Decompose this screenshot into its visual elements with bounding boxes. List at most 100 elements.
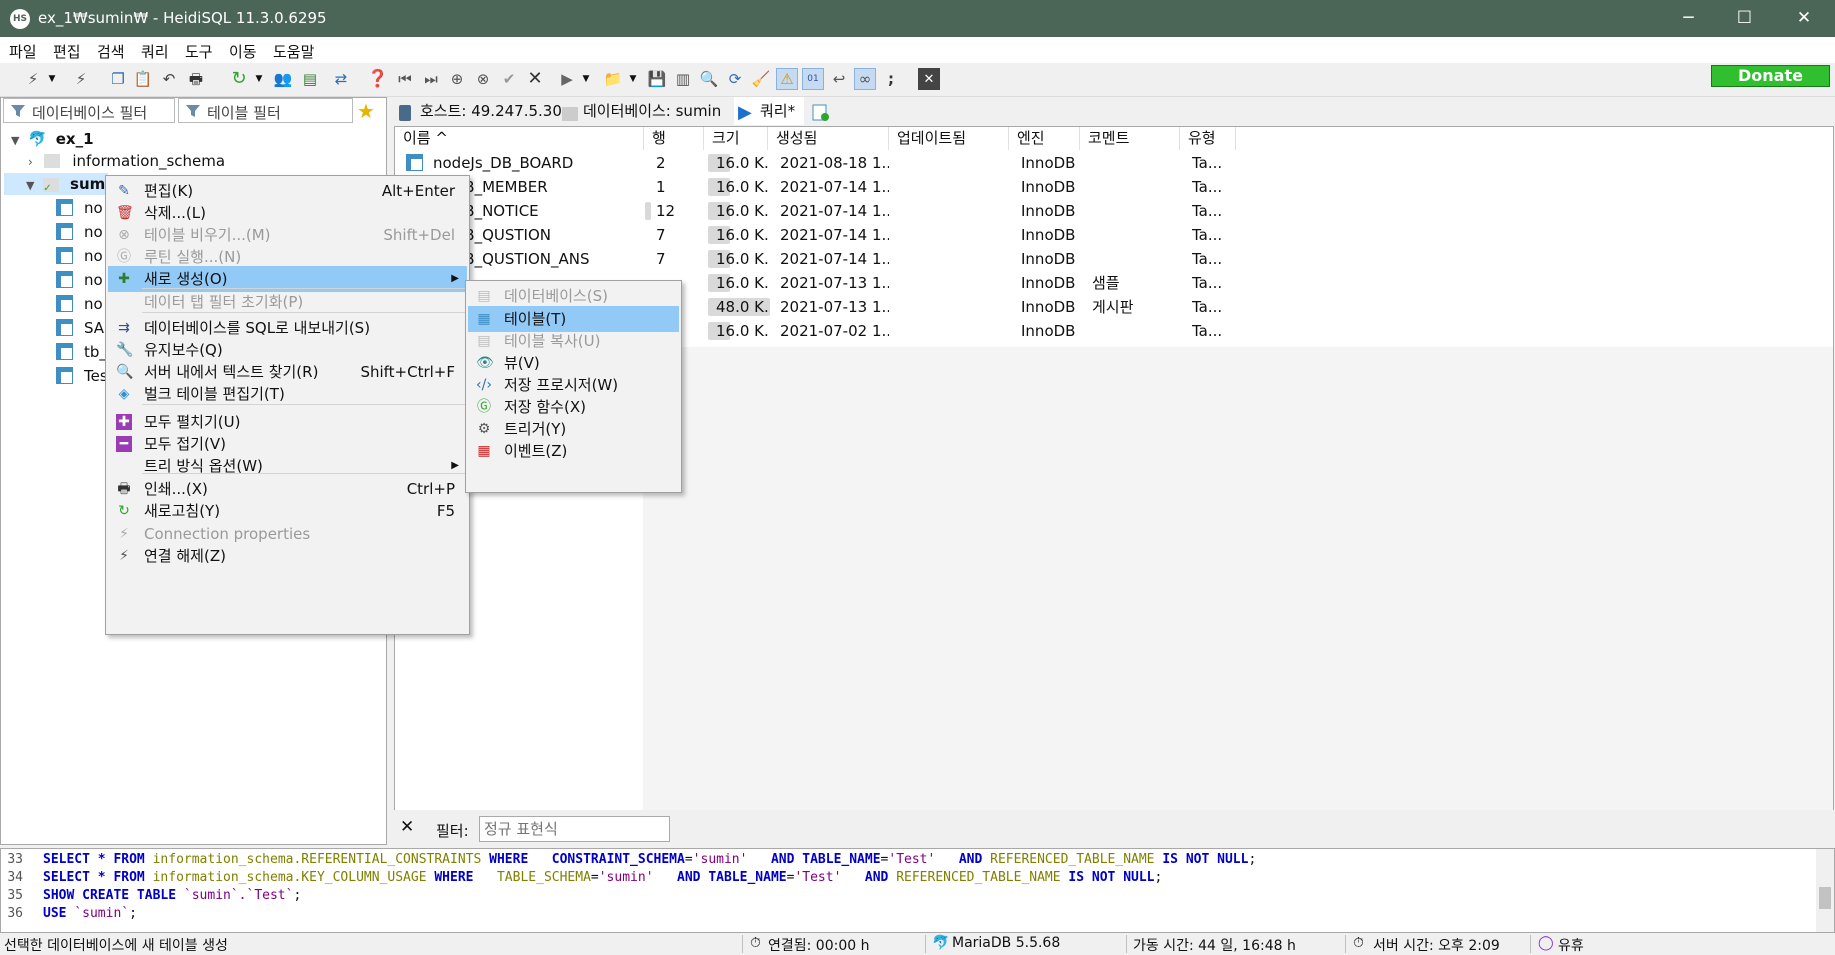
run-icon[interactable]: ▶ xyxy=(556,68,578,90)
grid-cell-comment[interactable]: 게시판 xyxy=(1092,295,1180,319)
grid-cell-engine[interactable]: InnoDB xyxy=(1021,271,1080,295)
grid-cell-engine[interactable]: InnoDB xyxy=(1021,295,1080,319)
grid-cell-engine[interactable]: InnoDB xyxy=(1021,151,1080,175)
paste-icon[interactable]: 📋 xyxy=(132,68,154,90)
tab-host[interactable]: 호스트: 49.247.5.30 xyxy=(394,97,562,125)
grid-cell-created[interactable]: 2021-07-14 1... xyxy=(780,175,889,199)
sub_menu-item[interactable]: ▦ 이벤트(Z) xyxy=(468,438,679,464)
grid-cell-comment[interactable] xyxy=(1092,199,1180,223)
replace-icon[interactable]: ⟳ xyxy=(724,68,746,90)
grid-cell-comment[interactable] xyxy=(1092,151,1180,175)
ctx_menu-item[interactable]: ⚡ 연결 해제(Z) xyxy=(108,543,467,569)
help-icon[interactable]: ❓ xyxy=(367,68,389,90)
grid-cell-created[interactable]: 2021-07-14 1... xyxy=(780,223,889,247)
grid-cell-size[interactable]: 16.0 K... xyxy=(716,175,768,199)
menu-tools[interactable]: 도구 xyxy=(185,41,213,62)
warning-icon[interactable]: ⚠ xyxy=(776,68,798,90)
close-filter-icon[interactable]: ✕ xyxy=(400,817,414,837)
grid-cell-size[interactable]: 48.0 K... xyxy=(716,295,768,319)
user-manager-icon[interactable]: 👥 xyxy=(272,68,294,90)
explain-icon[interactable]: ▥ xyxy=(672,68,694,90)
column-header[interactable]: 행 xyxy=(644,127,704,150)
grid-cell-type[interactable]: Ta... xyxy=(1192,247,1236,271)
favorite-star-icon[interactable]: ★ xyxy=(357,99,375,123)
tree-node-root[interactable]: ▼ 🐬 ex_1 xyxy=(11,128,94,150)
grid-cell-engine[interactable]: InnoDB xyxy=(1021,223,1080,247)
table-filter-input[interactable]: 테이블 필터 xyxy=(178,98,353,123)
cancel-icon[interactable]: ✕ xyxy=(524,68,546,90)
tab-database[interactable]: 데이터베이스: sumin xyxy=(557,97,731,125)
close-button[interactable]: ✕ xyxy=(1773,0,1835,37)
column-header[interactable]: 유형 xyxy=(1180,127,1236,150)
grid-cell-type[interactable]: Ta... xyxy=(1192,151,1236,175)
post-icon[interactable]: ✔ xyxy=(498,68,520,90)
insert-icon[interactable]: ⊕ xyxy=(446,68,468,90)
menu-goto[interactable]: 이동 xyxy=(229,41,257,62)
donate-button[interactable]: Donate xyxy=(1711,65,1830,87)
connect-icon[interactable]: ⚡ xyxy=(22,68,44,90)
grid-cell-comment[interactable] xyxy=(1092,319,1180,343)
column-header[interactable]: 생성됨 xyxy=(768,127,889,150)
grid-cell-name[interactable]: nodeJs_DB_BOARD xyxy=(433,151,644,175)
column-header[interactable]: 크기 xyxy=(704,127,768,150)
close-tab-icon[interactable]: ✕ xyxy=(918,68,940,90)
refresh-icon[interactable]: ↻ xyxy=(228,68,250,90)
grid-cell-comment[interactable] xyxy=(1092,247,1180,271)
filter-input[interactable] xyxy=(479,816,670,842)
sql-log-pane[interactable]: 33 SELECT * FROM information_schema.REFER… xyxy=(0,848,1835,933)
grid-cell-type[interactable]: Ta... xyxy=(1192,295,1236,319)
grid-cell-engine[interactable]: InnoDB xyxy=(1021,175,1080,199)
grid-cell-created[interactable]: 2021-07-13 1... xyxy=(780,295,889,319)
menu-help[interactable]: 도움말 xyxy=(273,41,314,62)
grid-cell-rows[interactable]: 7 xyxy=(656,247,704,271)
save-icon[interactable]: 💾 xyxy=(646,68,668,90)
grid-cell-rows[interactable]: 1 xyxy=(656,175,704,199)
copy-icon[interactable]: ❐ xyxy=(107,68,129,90)
link-icon[interactable]: ∞ xyxy=(854,68,876,90)
tree-table-item[interactable]: SA xyxy=(56,317,104,339)
column-header[interactable]: 엔진 xyxy=(1009,127,1080,150)
tree-table-item[interactable]: no xyxy=(56,221,103,243)
export-grid-icon[interactable]: ▤ xyxy=(299,68,321,90)
last-icon[interactable]: ⏭ xyxy=(420,68,442,90)
grid-cell-size[interactable]: 16.0 K... xyxy=(716,223,768,247)
tree-table-item[interactable]: no xyxy=(56,293,103,315)
grid-cell-created[interactable]: 2021-08-18 1... xyxy=(780,151,889,175)
grid-cell-rows[interactable]: 2 xyxy=(656,151,704,175)
column-header[interactable]: 이름 ^ xyxy=(395,127,644,150)
wrap-icon[interactable]: ↩ xyxy=(828,68,850,90)
find-icon[interactable]: 🔍 xyxy=(698,68,720,90)
format-icon[interactable]: 🧹 xyxy=(750,68,772,90)
menu-search[interactable]: 검색 xyxy=(97,41,125,62)
grid-cell-size[interactable]: 16.0 K... xyxy=(716,151,768,175)
grid-cell-size[interactable]: 16.0 K... xyxy=(716,319,768,343)
column-header[interactable]: 업데이트됨 xyxy=(889,127,1009,150)
grid-cell-created[interactable]: 2021-07-14 1... xyxy=(780,199,889,223)
grid-cell-size[interactable]: 16.0 K... xyxy=(716,247,768,271)
maximize-button[interactable]: ☐ xyxy=(1717,0,1772,37)
minimize-button[interactable]: ─ xyxy=(1661,0,1716,37)
sql-scrollbar[interactable] xyxy=(1816,849,1834,932)
grid-cell-comment[interactable] xyxy=(1092,175,1180,199)
dropdown-arrow-icon[interactable]: ▼ xyxy=(580,68,592,90)
dropdown-arrow-icon[interactable]: ▼ xyxy=(627,68,639,90)
tree-table-item[interactable]: no xyxy=(56,197,103,219)
print-icon[interactable]: 🖶 xyxy=(185,68,207,90)
disconnect-icon[interactable]: ⚡ xyxy=(70,68,92,90)
tree-node-sumin[interactable]: ▼ ✓ sumi xyxy=(4,173,110,195)
grid-cell-engine[interactable]: InnoDB xyxy=(1021,199,1080,223)
menu-query[interactable]: 쿼리 xyxy=(141,41,169,62)
database-filter-input[interactable]: 데이터베이스 필터 xyxy=(3,98,175,123)
grid-cell-type[interactable]: Ta... xyxy=(1192,319,1236,343)
tree-table-item[interactable]: no xyxy=(56,245,103,267)
grid-cell-created[interactable]: 2021-07-02 1... xyxy=(780,319,889,343)
menu-file[interactable]: 파일 xyxy=(9,41,37,62)
grid-cell-rows[interactable]: 7 xyxy=(656,223,704,247)
menu-edit[interactable]: 편집 xyxy=(53,41,81,62)
grid-cell-created[interactable]: 2021-07-13 1... xyxy=(780,271,889,295)
grid-cell-size[interactable]: 16.0 K... xyxy=(716,271,768,295)
sync-icon[interactable]: ⇄ xyxy=(330,68,352,90)
grid-cell-type[interactable]: Ta... xyxy=(1192,199,1236,223)
column-header[interactable]: 코멘트 xyxy=(1080,127,1180,150)
undo-icon[interactable]: ↶ xyxy=(158,68,180,90)
